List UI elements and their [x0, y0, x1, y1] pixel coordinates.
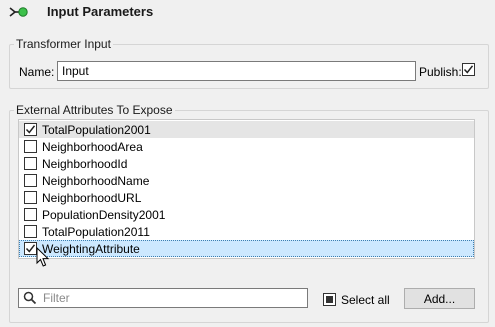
dialog-header: Input Parameters — [0, 0, 495, 26]
attribute-checkbox[interactable] — [24, 174, 37, 187]
attribute-label: PopulationDensity2001 — [42, 208, 166, 222]
list-item[interactable]: NeighborhoodURL — [19, 189, 474, 206]
select-all-checkbox[interactable] — [323, 293, 336, 306]
input-port-icon — [9, 7, 28, 17]
list-item[interactable]: NeighborhoodArea — [19, 138, 474, 155]
attribute-label: TotalPopulation2001 — [42, 123, 151, 137]
external-attributes-legend: External Attributes To Expose — [14, 103, 175, 117]
attribute-checkbox[interactable] — [24, 225, 37, 238]
publish-label: Publish: — [419, 65, 462, 79]
list-item[interactable]: NeighborhoodName — [19, 172, 474, 189]
attribute-label: TotalPopulation2011 — [42, 225, 150, 239]
attribute-checkbox[interactable] — [24, 123, 37, 136]
attribute-checkbox[interactable] — [24, 191, 37, 204]
attribute-label: NeighborhoodURL — [42, 191, 142, 205]
attribute-checkbox[interactable] — [24, 140, 37, 153]
name-label: Name: — [19, 65, 55, 79]
partial-check-indicator — [326, 296, 333, 303]
attribute-list[interactable]: TotalPopulation2001 NeighborhoodArea Nei… — [18, 119, 475, 259]
attribute-checkbox[interactable] — [24, 157, 37, 170]
filter-input[interactable] — [41, 290, 305, 306]
list-item[interactable]: PopulationDensity2001 — [19, 206, 474, 223]
checkmark-icon — [25, 125, 36, 134]
list-item[interactable]: NeighborhoodId — [19, 155, 474, 172]
mouse-cursor-icon — [36, 247, 50, 267]
list-item[interactable]: TotalPopulation2011 — [19, 223, 474, 240]
name-input[interactable] — [57, 61, 416, 81]
attribute-label: WeightingAttribute — [42, 242, 140, 256]
checkmark-icon — [25, 244, 36, 253]
external-attributes-group: External Attributes To Expose TotalPopul… — [9, 103, 489, 323]
add-button[interactable]: Add... — [404, 288, 475, 309]
list-item[interactable]: WeightingAttribute — [19, 240, 474, 257]
search-icon — [23, 291, 37, 305]
list-item[interactable]: TotalPopulation2001 — [19, 121, 474, 138]
attribute-label: NeighborhoodName — [42, 174, 150, 188]
filter-box[interactable] — [18, 288, 308, 308]
transformer-input-group: Transformer Input Name: Publish: — [9, 37, 489, 89]
attribute-label: NeighborhoodArea — [42, 140, 143, 154]
checkmark-icon — [463, 65, 474, 74]
attribute-checkbox[interactable] — [24, 208, 37, 221]
publish-checkbox[interactable] — [462, 63, 475, 76]
select-all-label: Select all — [341, 293, 390, 307]
attribute-label: NeighborhoodId — [42, 157, 128, 171]
transformer-input-legend: Transformer Input — [14, 37, 113, 51]
page-title: Input Parameters — [47, 4, 154, 19]
